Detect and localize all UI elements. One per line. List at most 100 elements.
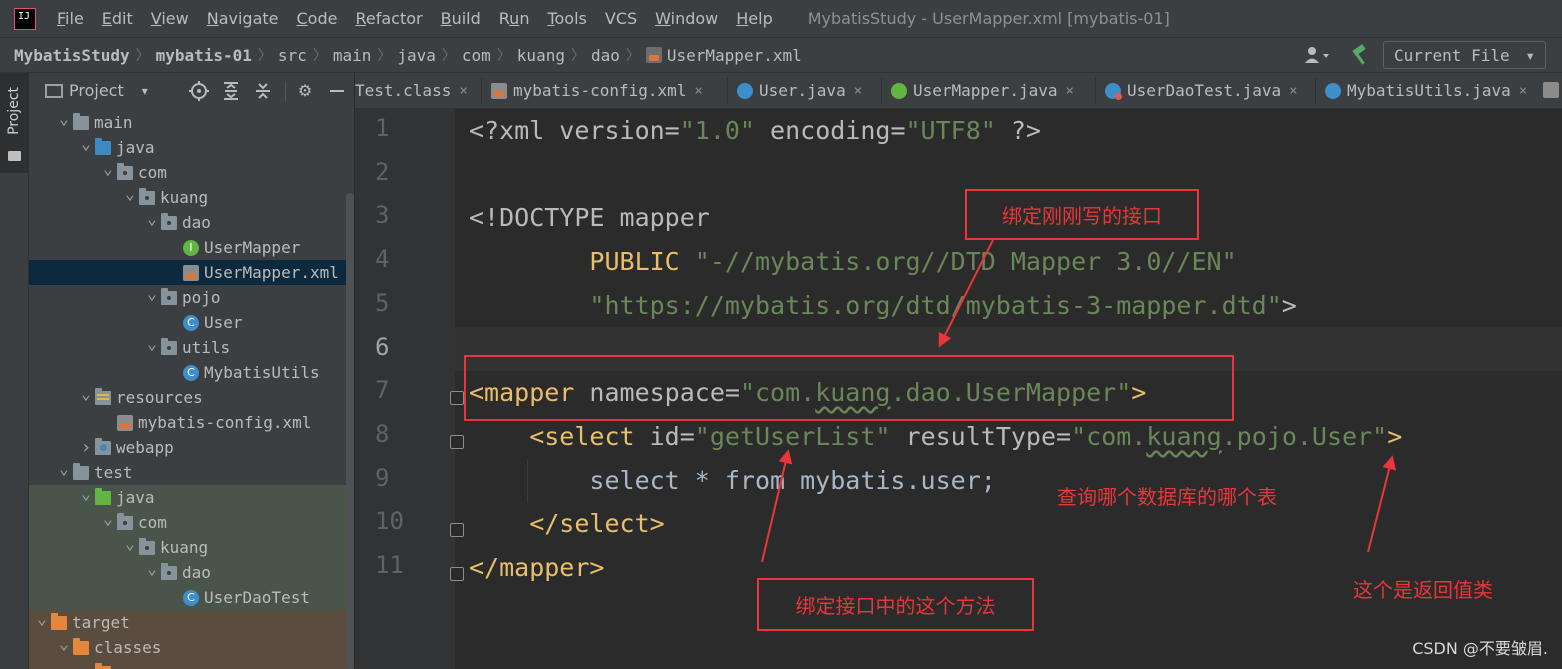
menu-window[interactable]: Window [655, 9, 718, 28]
menu-refactor[interactable]: Refactor [355, 9, 422, 28]
chevron-down-icon[interactable]: ⌄ [77, 384, 95, 403]
tree-item[interactable]: C UserDaoTest [29, 585, 354, 610]
menu-help[interactable]: Help [736, 9, 772, 28]
tree-item[interactable]: ⌄ java [29, 484, 354, 510]
breadcrumb-item[interactable]: dao [591, 46, 620, 65]
chevron-down-icon[interactable]: ⌄ [143, 284, 161, 303]
chevron-down-icon[interactable]: ⌄ [143, 334, 161, 353]
tree-item[interactable]: C MybatisUtils [29, 360, 354, 385]
tree-item[interactable]: ⌄ kuang [29, 534, 354, 560]
tree-item[interactable]: ⌄ com [29, 509, 354, 535]
tab-separator [1095, 77, 1096, 105]
project-panel-title[interactable]: Project [69, 81, 124, 100]
menu-file[interactable]: File [57, 9, 84, 28]
run-configuration-select[interactable]: Current File ▾ [1383, 41, 1546, 69]
locate-file-icon[interactable] [189, 81, 209, 101]
gear-icon[interactable]: ⚙ [295, 81, 315, 101]
breadcrumb-item[interactable]: java [397, 46, 436, 65]
fold-marker-icon[interactable] [450, 391, 464, 405]
tree-item[interactable]: ⌄ java [29, 134, 354, 160]
tree-item[interactable]: ⌄ test [29, 459, 354, 485]
editor-tab[interactable]: User.java × [729, 73, 862, 108]
tree-item[interactable]: ⌄ pojo [29, 284, 354, 310]
tree-item[interactable]: C User [29, 310, 354, 335]
chevron-down-icon[interactable]: ⌄ [33, 609, 51, 628]
tree-item[interactable]: › webapp [29, 435, 354, 460]
editor-tab[interactable]: Test.class × [355, 73, 468, 108]
tree-item[interactable]: ⌄ utils [29, 334, 354, 360]
close-icon[interactable]: × [459, 83, 467, 99]
project-scrollbar[interactable] [346, 193, 354, 669]
breadcrumb-item[interactable]: mybatis-01 [156, 46, 252, 65]
tree-item[interactable]: I UserMapper [29, 235, 354, 260]
fold-marker-icon[interactable] [450, 567, 464, 581]
chevron-down-icon[interactable]: ⌄ [121, 184, 139, 203]
chevron-down-icon[interactable]: ⌄ [99, 509, 117, 528]
menu-tools[interactable]: Tools [547, 9, 586, 28]
tree-item[interactable]: ⌄ dao [29, 559, 354, 585]
package-icon [161, 212, 177, 230]
chevron-down-icon[interactable]: ⌄ [55, 109, 73, 128]
breadcrumb-item[interactable]: MybatisStudy [14, 46, 130, 65]
editor-tab[interactable]: mybatis-config.xml × [483, 73, 703, 108]
chevron-right-icon[interactable]: › [77, 437, 95, 458]
menu-run[interactable]: Run [499, 9, 530, 28]
breadcrumb-item[interactable]: com [462, 46, 491, 65]
tree-item[interactable]: ⌄ kuang [29, 184, 354, 210]
chevron-down-icon[interactable]: ⌄ [143, 209, 161, 228]
tree-item-label: UserMapper [204, 238, 301, 257]
annotation-mapper-highlight-box [464, 355, 1234, 421]
tree-item[interactable]: ⌄ dao [29, 209, 354, 235]
build-hammer-icon[interactable] [1349, 45, 1369, 65]
menu-vcs[interactable]: VCS [605, 9, 637, 28]
tree-item[interactable]: ⌄ com [29, 159, 354, 185]
tree-item[interactable]: ⌄ main [29, 109, 354, 135]
editor-tab[interactable]: UserMapper.java × [883, 73, 1074, 108]
user-dropdown-icon[interactable] [1305, 46, 1331, 64]
menu-view[interactable]: View [151, 9, 189, 28]
editor-tab[interactable]: UserDaoTest.java × [1097, 73, 1298, 108]
close-icon[interactable]: × [1289, 83, 1297, 99]
breadcrumb-item[interactable]: kuang [517, 46, 565, 65]
tree-item[interactable]: ⌄ target [29, 609, 354, 635]
tree-item[interactable]: UserMapper.xml [29, 260, 354, 285]
fold-marker-icon[interactable] [450, 435, 464, 449]
tree-item[interactable]: mybatis-config.xml [29, 410, 354, 435]
menu-edit[interactable]: Edit [102, 9, 133, 28]
breadcrumb-item[interactable]: src [278, 46, 307, 65]
menu-code[interactable]: Code [297, 9, 338, 28]
chevron-down-icon[interactable]: ⌄ [55, 634, 73, 653]
xml-file-icon[interactable] [1543, 82, 1559, 98]
xml-file-icon [117, 414, 133, 431]
tree-item[interactable]: ⌄ com [29, 659, 354, 669]
collapse-all-icon[interactable] [253, 81, 273, 101]
close-icon[interactable]: × [694, 83, 702, 99]
class-icon: C [183, 314, 199, 331]
chevron-down-icon[interactable]: ▾ [142, 84, 148, 98]
chevron-down-icon[interactable]: ⌄ [77, 484, 95, 503]
editor-tab[interactable]: MybatisUtils.java × [1317, 73, 1527, 108]
hide-panel-icon[interactable] [327, 81, 347, 101]
tree-item-label: MybatisUtils [204, 363, 320, 382]
expand-all-icon[interactable] [221, 81, 241, 101]
breadcrumb-item[interactable]: main [333, 46, 372, 65]
chevron-down-icon[interactable]: ⌄ [99, 159, 117, 178]
fold-marker-icon[interactable] [450, 523, 464, 537]
menu-navigate[interactable]: Navigate [207, 9, 279, 28]
tree-item[interactable]: ⌄ resources [29, 384, 354, 410]
breadcrumb-item[interactable]: UserMapper.xml [645, 46, 802, 65]
close-icon[interactable]: × [1519, 83, 1527, 99]
chevron-down-icon[interactable]: ⌄ [77, 134, 95, 153]
project-panel: Project ▾ ⚙ ⌄ main ⌄ java ⌄ com ⌄ kuang ⌄ dao I Use… [29, 73, 354, 669]
menu-build[interactable]: Build [441, 9, 481, 28]
intellij-logo-icon[interactable] [14, 7, 36, 30]
chevron-down-icon[interactable]: ⌄ [121, 534, 139, 553]
close-icon[interactable]: × [1066, 83, 1074, 99]
chevron-down-icon[interactable]: ⌄ [77, 659, 95, 669]
code-line: <!DOCTYPE mapper [469, 203, 710, 233]
chevron-down-icon[interactable]: ⌄ [55, 459, 73, 478]
tree-item[interactable]: ⌄ classes [29, 634, 354, 660]
project-tool-window-button[interactable]: Project [0, 73, 29, 173]
chevron-down-icon[interactable]: ⌄ [143, 559, 161, 578]
close-icon[interactable]: × [854, 83, 862, 99]
